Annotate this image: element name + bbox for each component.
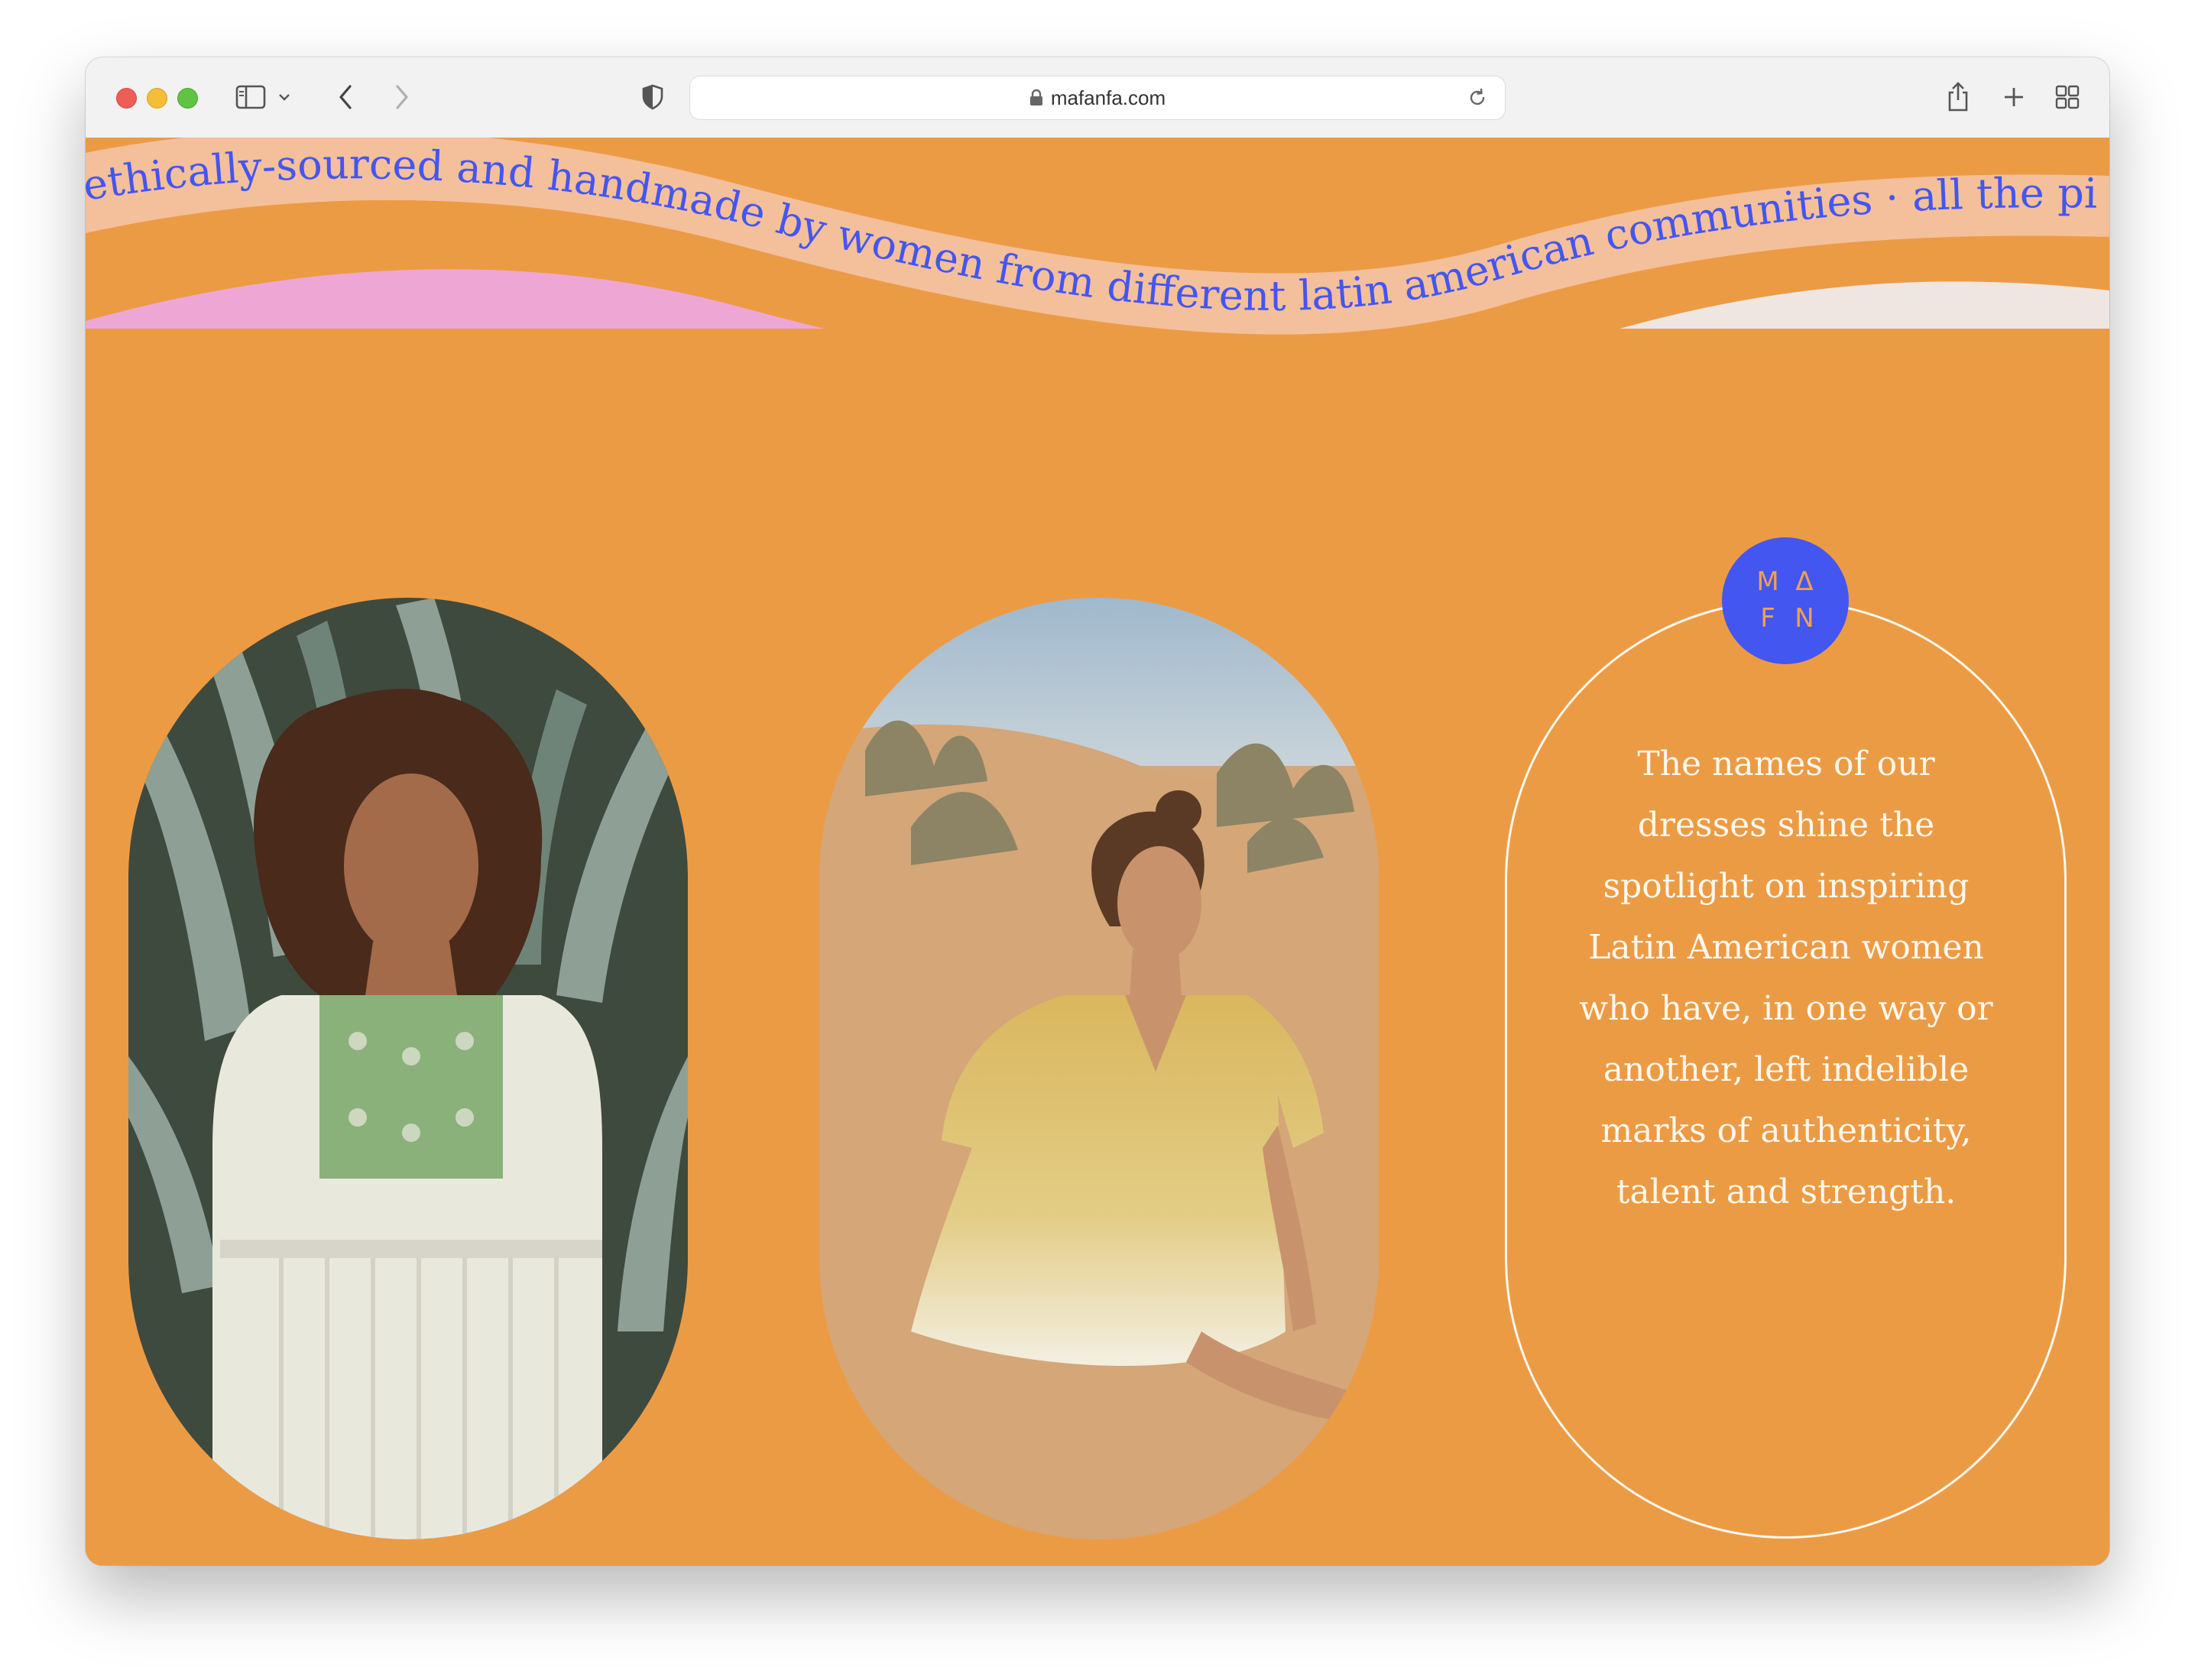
- logo-letter-m: M: [1756, 566, 1779, 597]
- browser-window: mafanfa.com thically-sourced and handmad…: [86, 57, 2109, 1565]
- zoom-window-button[interactable]: [177, 88, 198, 109]
- url-text: mafanfa.com: [1050, 86, 1166, 109]
- model-photo-yellow-dress: [819, 598, 1379, 1539]
- sidebar-menu-button[interactable]: [275, 77, 293, 117]
- sidebar-toggle-button[interactable]: [232, 77, 269, 117]
- back-button[interactable]: [330, 77, 361, 117]
- share-icon: [1948, 82, 1968, 112]
- reload-icon[interactable]: [1467, 87, 1488, 109]
- shield-icon: [642, 84, 663, 110]
- tab-overview-icon: [2055, 85, 2080, 109]
- page-content: ethically-sourced and handmade by women …: [86, 138, 2109, 1565]
- close-window-button[interactable]: [116, 88, 137, 109]
- lock-icon: [1029, 89, 1042, 105]
- address-bar[interactable]: mafanfa.com: [689, 76, 1506, 120]
- plus-icon: [2005, 88, 2023, 106]
- browser-toolbar: mafanfa.com: [86, 57, 2109, 138]
- new-tab-button[interactable]: [1999, 77, 2029, 117]
- wavy-banner: ethically-sourced and handmade by women …: [86, 138, 2109, 396]
- privacy-report-button[interactable]: [637, 77, 668, 117]
- photo-embroidered-dress: [128, 598, 688, 1539]
- logo-letter-f: F: [1760, 603, 1775, 634]
- model-photo-embroidered-dress: [128, 598, 688, 1539]
- chevron-down-icon: [279, 94, 290, 101]
- minimize-window-button[interactable]: [147, 88, 167, 109]
- logo-letter-a: Δ: [1795, 566, 1814, 597]
- chevron-left-icon: [339, 85, 352, 109]
- sidebar-icon: [235, 85, 266, 109]
- forward-button[interactable]: [387, 77, 417, 117]
- share-button[interactable]: [1943, 77, 1973, 117]
- mafanfa-logo[interactable]: M Δ F N: [1722, 537, 1849, 664]
- chevron-right-icon: [396, 85, 408, 109]
- tab-overview-button[interactable]: [2052, 77, 2083, 117]
- photo-yellow-dress: [819, 598, 1379, 1539]
- dress-names-quote: The names of our dresses shine the spotl…: [1579, 744, 1993, 1211]
- logo-letter-n: N: [1795, 603, 1814, 634]
